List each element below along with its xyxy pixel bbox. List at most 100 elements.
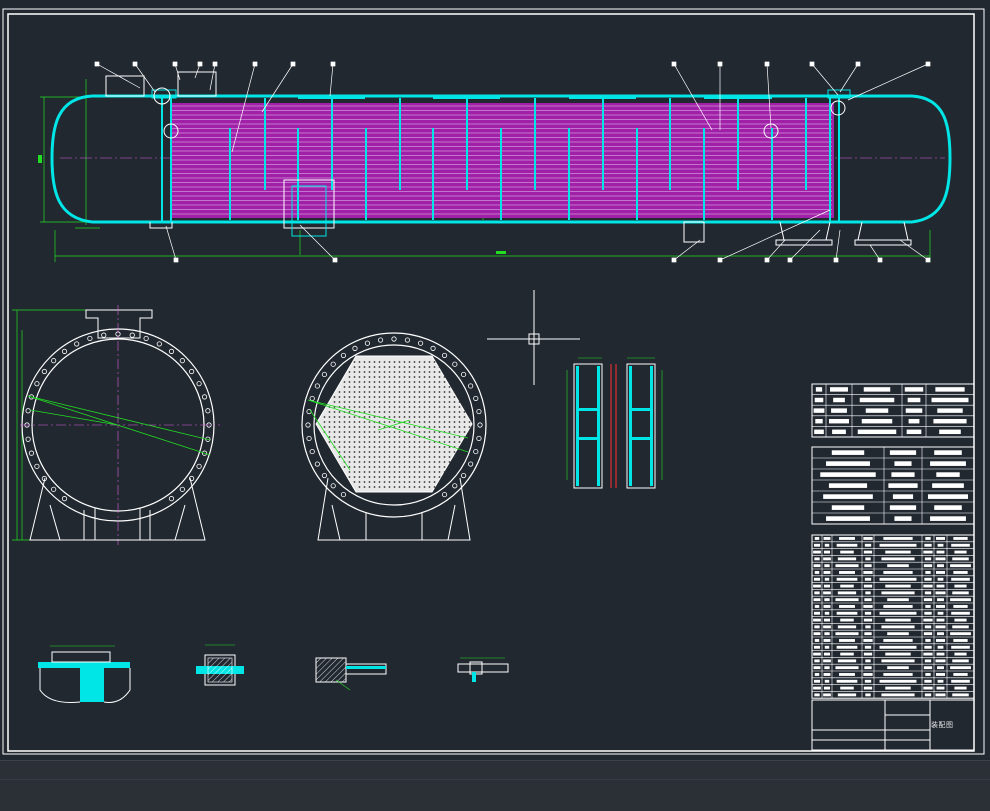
tube-hole (398, 391, 401, 393)
tube-hole (453, 431, 456, 433)
table-cell (863, 618, 873, 622)
tube-hole (373, 371, 376, 373)
tube-hole (343, 456, 346, 458)
bolt-hole (61, 496, 68, 502)
table-cell (925, 571, 931, 574)
tube-hole (338, 416, 341, 418)
bolt-hole (179, 358, 185, 364)
tube-hole (438, 466, 441, 468)
tube-hole (453, 401, 456, 403)
table-cell (907, 397, 921, 403)
table-cell (936, 639, 945, 642)
detail-a-view[interactable] (38, 645, 131, 703)
table-cell (814, 625, 820, 629)
tube-hole (433, 361, 436, 363)
tube-hole (418, 406, 421, 408)
tube-hole (403, 361, 406, 363)
tube-hole (423, 396, 426, 398)
detail-d-view[interactable] (457, 657, 509, 682)
tube-hole (453, 391, 456, 393)
table-cell (936, 537, 945, 540)
tube-hole (388, 476, 391, 478)
table-cell (814, 591, 820, 595)
table-cell (924, 591, 932, 595)
tube-hole (413, 421, 416, 423)
cad-drawing-canvas[interactable] (0, 0, 990, 810)
leader-tag (809, 61, 815, 67)
table-cell (923, 652, 933, 656)
table-cell (934, 505, 962, 510)
tube-hole (373, 436, 376, 438)
command-line-bar[interactable] (0, 760, 990, 811)
table-cell (814, 693, 820, 697)
table-cell (883, 673, 913, 676)
tube-hole (343, 446, 346, 448)
tube-hole (448, 466, 451, 468)
tube-hole (393, 446, 396, 448)
right-head (911, 94, 952, 224)
tube-hole (368, 381, 371, 383)
tube-hole (363, 386, 366, 388)
tube-hole (408, 486, 411, 488)
tube-hole (408, 396, 411, 398)
tube-hole (353, 451, 356, 453)
table-cell (891, 472, 915, 477)
tube-hole (398, 371, 401, 373)
table-cell (936, 571, 945, 574)
tube-hole (373, 361, 376, 363)
table-cell (813, 632, 821, 636)
tube-hole (348, 446, 351, 448)
baffle-detail-view[interactable] (566, 357, 663, 489)
tube-hole (368, 406, 371, 408)
tube-hole (423, 461, 426, 463)
table-cell (885, 686, 911, 690)
table-cell (824, 645, 830, 649)
table-cell (923, 686, 933, 690)
tube-hole (413, 441, 416, 443)
tube-hole (403, 381, 406, 383)
tube-hole (348, 386, 351, 388)
detail-b-view[interactable] (196, 644, 244, 686)
tube-hole (388, 376, 391, 378)
tube-hole (328, 431, 331, 433)
tube-hole (438, 426, 441, 428)
tube-hole (378, 461, 381, 463)
tube-hole (393, 481, 396, 483)
tube-hole (408, 446, 411, 448)
bolt-hole (101, 332, 107, 338)
tube-hole (358, 446, 361, 448)
detail-c-view[interactable] (315, 657, 387, 691)
table-cell (937, 543, 944, 547)
tube-hole (468, 421, 471, 423)
leader-line (811, 63, 839, 96)
table-cell (936, 584, 945, 588)
bolt-hole (168, 496, 175, 502)
table-cell (826, 516, 870, 521)
tube-hole (363, 446, 366, 448)
table-cell (823, 673, 831, 676)
tube-hole (333, 411, 336, 413)
tube-hole (373, 381, 376, 383)
tube-hole (393, 406, 396, 408)
table-cell (836, 543, 858, 547)
table-cell (931, 397, 969, 403)
left-end-section-view[interactable] (12, 305, 220, 545)
table-cell (894, 461, 912, 466)
tube-hole (458, 431, 461, 433)
nozzle-table[interactable] (811, 383, 975, 438)
tube-hole (368, 456, 371, 458)
table-cell (823, 494, 873, 499)
tube-hole (448, 416, 451, 418)
parts-list-table[interactable] (811, 534, 975, 699)
tube-hole (388, 471, 391, 473)
leader-line (165, 225, 177, 261)
front-elevation-view[interactable] (38, 61, 952, 263)
technical-characteristics-table[interactable] (811, 446, 975, 525)
tube-hole (453, 411, 456, 413)
table-cell (835, 564, 859, 568)
tube-sheet-section-view[interactable] (301, 332, 487, 541)
table-cell (823, 550, 831, 554)
tube-hole (363, 466, 366, 468)
table-cell (863, 571, 873, 574)
tube-hole (378, 446, 381, 448)
